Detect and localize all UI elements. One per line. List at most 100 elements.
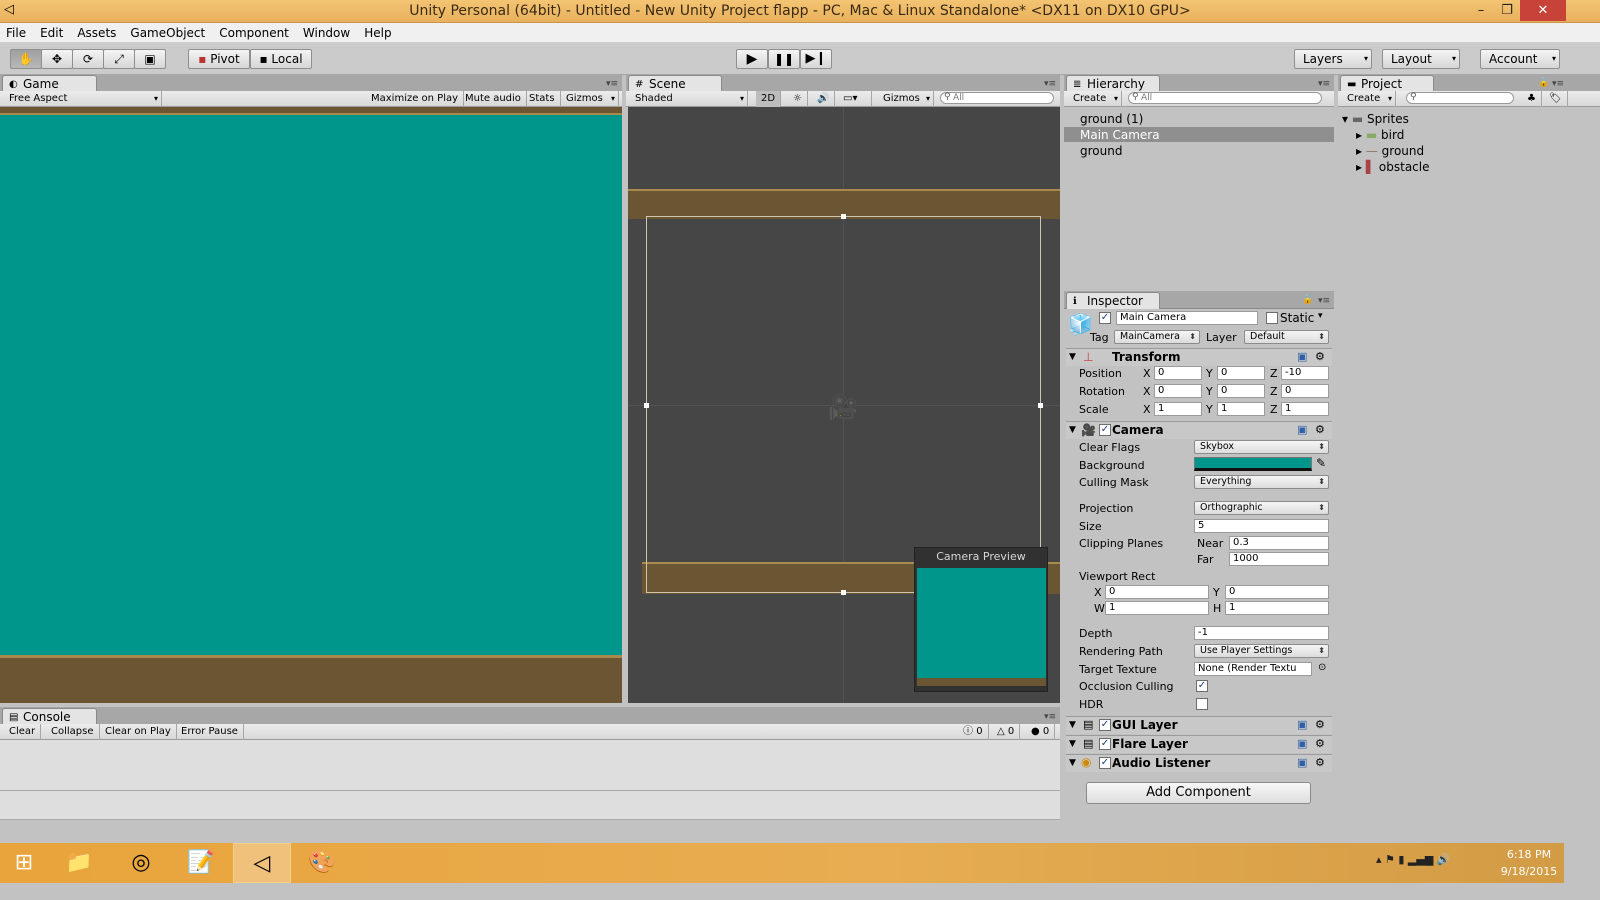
help-icon[interactable]: ▣	[1297, 350, 1307, 363]
tab-scene[interactable]: # Scene	[628, 75, 722, 92]
rotation-z-field[interactable]: 0	[1281, 384, 1329, 398]
tab-project[interactable]: ▬ Project	[1340, 75, 1434, 92]
windows-start-icon[interactable]: ⊞	[0, 843, 48, 883]
hand-tool-icon[interactable]: ✋	[10, 49, 42, 69]
viewport-w-field[interactable]: 1	[1105, 601, 1209, 615]
menu-help[interactable]: Help	[364, 26, 391, 40]
gui-layer-checkbox[interactable]: ✓	[1099, 719, 1111, 731]
far-field[interactable]: 1000	[1229, 552, 1329, 566]
hdr-checkbox[interactable]	[1196, 698, 1208, 710]
scale-z-field[interactable]: 1	[1281, 402, 1329, 416]
camera-enabled-checkbox[interactable]: ✓	[1099, 424, 1111, 436]
project-search-input[interactable]	[1406, 92, 1514, 104]
error-pause-toggle[interactable]: Error Pause	[176, 724, 244, 740]
project-item[interactable]: ▸ ▬ bird	[1356, 128, 1404, 142]
pause-button[interactable]: ❚❚	[768, 49, 800, 69]
position-x-field[interactable]: 0	[1154, 366, 1202, 380]
project-folder[interactable]: ▾ ▬ Sprites	[1342, 112, 1409, 126]
help-icon[interactable]: ▣	[1297, 423, 1307, 436]
project-item[interactable]: ▸ ▌ obstacle	[1356, 160, 1430, 174]
menu-window[interactable]: Window	[303, 26, 350, 40]
tab-hierarchy[interactable]: ≣ Hierarchy	[1066, 75, 1160, 92]
near-field[interactable]: 0.3	[1229, 536, 1329, 550]
console-clear-button[interactable]: Clear	[4, 724, 42, 740]
target-texture-field[interactable]: None (Render Textu	[1194, 662, 1312, 676]
error-filter-toggle[interactable]: ● 0	[1026, 724, 1056, 740]
file-explorer-icon[interactable]: 📁	[50, 843, 108, 883]
foldout-arrow-icon[interactable]: ▼	[1069, 425, 1076, 435]
rect-handle[interactable]	[1038, 403, 1043, 408]
maximize-button[interactable]: ❐	[1492, 0, 1522, 21]
culling-mask-dropdown[interactable]: Everything	[1194, 475, 1329, 489]
gear-icon[interactable]: ⚙	[1315, 756, 1325, 769]
viewport-h-field[interactable]: 1	[1225, 601, 1329, 615]
layout-dropdown[interactable]: Layout	[1382, 49, 1460, 69]
audio-icon[interactable]: 🔊	[812, 91, 836, 107]
foldout-arrow-icon[interactable]: ▼	[1069, 739, 1076, 749]
menu-component[interactable]: Component	[219, 26, 289, 40]
gear-icon[interactable]: ⚙	[1315, 718, 1325, 731]
rect-handle[interactable]	[841, 590, 846, 595]
step-button[interactable]: ▶❙	[800, 49, 832, 69]
2d-toggle[interactable]: 2D	[756, 91, 782, 107]
audio-listener-checkbox[interactable]: ✓	[1099, 757, 1111, 769]
notepad-icon[interactable]: 📝	[172, 843, 230, 883]
effects-icon[interactable]: ▭▾	[838, 91, 872, 107]
foldout-arrow-icon[interactable]: ▼	[1069, 758, 1076, 768]
project-item[interactable]: ▸ — ground	[1356, 144, 1424, 158]
help-icon[interactable]: ▣	[1297, 737, 1307, 750]
gear-icon[interactable]: ⚙	[1315, 350, 1325, 363]
maximize-on-play-toggle[interactable]: Maximize on Play	[366, 91, 465, 107]
lighting-icon[interactable]: ☼	[788, 91, 808, 107]
tag-dropdown[interactable]: MainCamera	[1114, 330, 1200, 344]
menu-file[interactable]: File	[6, 26, 26, 40]
flare-layer-header[interactable]: ▼ ▤ ✓ Flare Layer ▣ ⚙	[1066, 735, 1332, 753]
rotation-y-field[interactable]: 0	[1217, 384, 1265, 398]
move-tool-icon[interactable]: ✥	[41, 49, 73, 69]
scene-view[interactable]: 🎥 Camera Preview	[628, 107, 1060, 703]
audio-listener-header[interactable]: ▼ ◉ ✓ Audio Listener ▣ ⚙	[1066, 754, 1332, 772]
object-name-field[interactable]: Main Camera	[1116, 311, 1258, 325]
panel-menu-icon[interactable]: ▾≡	[1044, 712, 1056, 722]
rotation-x-field[interactable]: 0	[1154, 384, 1202, 398]
panel-menu-icon[interactable]: ▾≡	[1318, 79, 1330, 89]
panel-menu-icon[interactable]: ▾≡	[1044, 79, 1056, 89]
add-component-button[interactable]: Add Component	[1086, 782, 1311, 804]
viewport-y-field[interactable]: 0	[1225, 585, 1329, 599]
static-dropdown-icon[interactable]: ▾	[1318, 311, 1323, 321]
aspect-dropdown[interactable]: Free Aspect	[4, 91, 162, 107]
clear-flags-dropdown[interactable]: Skybox	[1194, 440, 1329, 454]
flare-layer-checkbox[interactable]: ✓	[1099, 738, 1111, 750]
eyedropper-icon[interactable]: ✎	[1316, 456, 1326, 470]
scale-tool-icon[interactable]: ⤢	[103, 49, 135, 69]
help-icon[interactable]: ▣	[1297, 756, 1307, 769]
background-color-swatch[interactable]	[1194, 457, 1312, 471]
scale-y-field[interactable]: 1	[1217, 402, 1265, 416]
menu-gameobject[interactable]: GameObject	[130, 26, 205, 40]
scene-gizmos-dropdown[interactable]: Gizmos	[878, 91, 934, 107]
filter-type-icon[interactable]: ♣	[1522, 91, 1542, 107]
lock-icon[interactable]: 🔒	[1538, 78, 1549, 88]
hierarchy-item[interactable]: ground (1)	[1080, 112, 1143, 126]
tray-icons[interactable]: ▴ ⚑ ▮ ▂▄▆ 🔊	[1376, 853, 1451, 866]
help-icon[interactable]: ▣	[1297, 718, 1307, 731]
stats-toggle[interactable]: Stats	[524, 91, 561, 107]
layer-dropdown[interactable]: Default	[1244, 330, 1329, 344]
clear-on-play-toggle[interactable]: Clear on Play	[100, 724, 177, 740]
camera-component-header[interactable]: ▼ 🎥 ✓ Camera ▣ ⚙	[1066, 421, 1332, 439]
rect-handle[interactable]	[841, 214, 846, 219]
layers-dropdown[interactable]: Layers	[1294, 49, 1372, 69]
warning-filter-toggle[interactable]: △ 0	[992, 724, 1021, 740]
close-button[interactable]: ✕	[1520, 0, 1566, 21]
position-y-field[interactable]: 0	[1217, 366, 1265, 380]
account-dropdown[interactable]: Account	[1480, 49, 1560, 69]
rotate-tool-icon[interactable]: ⟳	[72, 49, 104, 69]
camera-gizmo-icon[interactable]: 🎥	[828, 393, 858, 421]
occlusion-culling-checkbox[interactable]: ✓	[1196, 680, 1208, 692]
project-create-dropdown[interactable]: Create	[1342, 91, 1396, 107]
hierarchy-search-input[interactable]: All	[1128, 92, 1322, 104]
gear-icon[interactable]: ⚙	[1315, 737, 1325, 750]
scale-x-field[interactable]: 1	[1154, 402, 1202, 416]
taskbar-clock[interactable]: 6:18 PM 9/18/2015	[1496, 846, 1562, 880]
foldout-arrow-icon[interactable]: ▼	[1069, 352, 1076, 362]
